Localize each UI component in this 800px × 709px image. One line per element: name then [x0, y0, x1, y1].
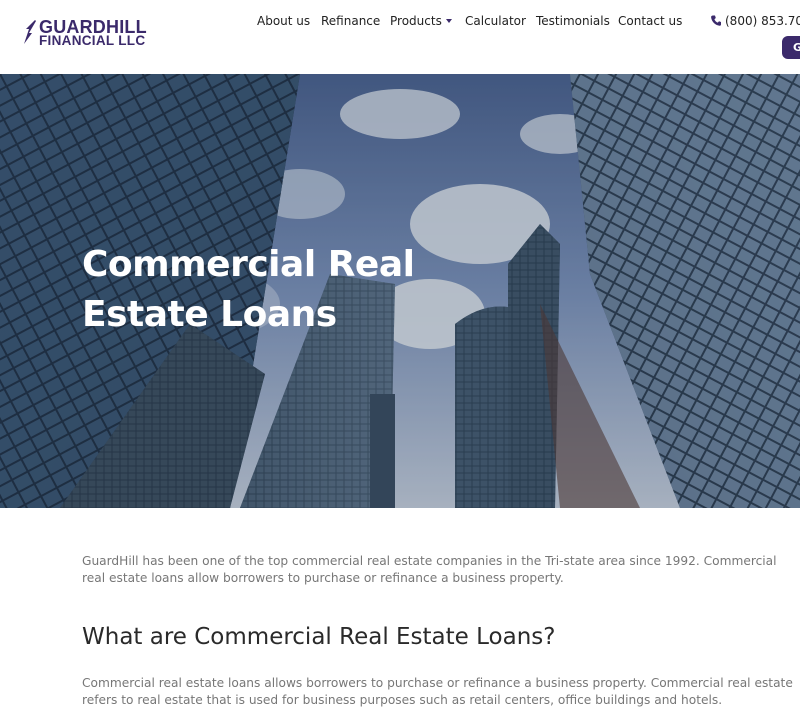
- site-header: GUARDHILL FINANCIAL LLC About us Refinan…: [0, 0, 800, 74]
- nav-products[interactable]: Products: [390, 14, 452, 28]
- section-paragraph: Commercial real estate loans allows borr…: [82, 676, 793, 707]
- logo-name-line2: FINANCIAL LLC: [39, 33, 146, 48]
- phone-icon: [711, 15, 721, 26]
- site-logo[interactable]: GUARDHILL FINANCIAL LLC: [23, 17, 148, 51]
- hero-banner: Commercial Real Estate Loans: [0, 74, 800, 508]
- logo-mark-icon: [24, 20, 36, 44]
- nav-about-us[interactable]: About us: [257, 14, 310, 28]
- phone-link[interactable]: (800) 853.7078: [711, 14, 800, 28]
- nav-products-label: Products: [390, 14, 442, 28]
- intro-text: GuardHill has been one of the top commer…: [82, 554, 777, 585]
- cta-button[interactable]: G: [782, 36, 800, 59]
- nav-testimonials[interactable]: Testimonials: [536, 14, 610, 28]
- nav-refinance[interactable]: Refinance: [321, 14, 380, 28]
- phone-number: (800) 853.7078: [725, 14, 800, 28]
- nav-calculator[interactable]: Calculator: [465, 14, 526, 28]
- chevron-down-icon: [445, 19, 452, 23]
- hero-title: Commercial Real Estate Loans: [82, 244, 415, 335]
- section-heading: What are Commercial Real Estate Loans?: [82, 624, 556, 650]
- nav-contact-us[interactable]: Contact us: [618, 14, 682, 28]
